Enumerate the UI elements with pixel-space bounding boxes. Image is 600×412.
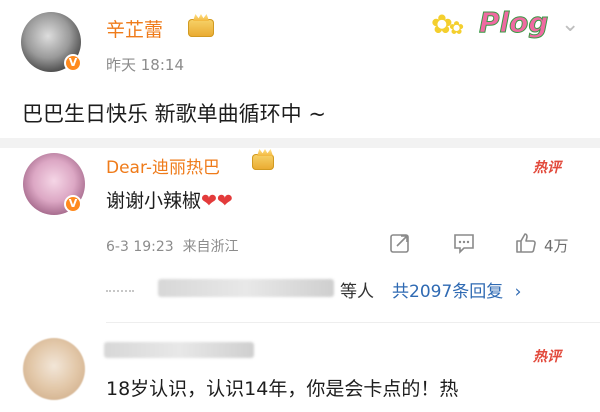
view-replies-link[interactable]: 共2097条回复 › <box>392 277 521 302</box>
comment-icon[interactable] <box>452 232 476 254</box>
comment-divider <box>106 322 600 323</box>
more-options-icon[interactable]: ⌄ <box>561 12 579 37</box>
verified-badge-icon: V <box>64 54 82 72</box>
commenter-name[interactable]: Dear-迪丽热巴 <box>106 153 220 178</box>
member-crown-icon <box>252 154 274 170</box>
comment-text: 18岁认识，认识14年，你是会卡点的！热 <box>106 378 459 400</box>
share-icon[interactable] <box>389 232 411 254</box>
plog-sticker: ✿ ✿ Plog <box>431 4 549 48</box>
sticker-text: Plog <box>478 6 549 40</box>
replies-suffix: 等人 <box>340 282 374 302</box>
flower-icon: ✿ <box>449 18 465 39</box>
chevron-right-icon: › <box>514 282 522 302</box>
section-divider <box>0 138 600 148</box>
comment-text-body: 谢谢小辣椒 <box>106 190 202 212</box>
heart-icons: ❤❤ <box>201 190 233 212</box>
like-count: 4万 <box>544 237 569 255</box>
hot-comment-badge: 热评 <box>533 160 561 176</box>
view-replies-text: 共2097条回复 <box>392 282 504 302</box>
post-time: 昨天 18:14 <box>106 56 184 74</box>
reply-dashes <box>106 290 134 292</box>
member-crown-icon <box>188 19 214 37</box>
post-author-name[interactable]: 辛芷蕾 <box>106 15 163 42</box>
commenter-avatar[interactable] <box>23 338 85 400</box>
post-text: 巴巴生日快乐 新歌单曲循环中 ~ <box>22 102 326 126</box>
commenter-name-blurred <box>104 342 254 358</box>
comment-meta: 6-3 19:23 来自浙江 <box>106 239 239 255</box>
replier-names-blurred <box>158 279 334 297</box>
comment-text: 谢谢小辣椒❤❤ <box>106 186 233 213</box>
verified-badge-icon: V <box>64 195 82 213</box>
like-icon[interactable] <box>514 231 538 255</box>
hot-comment-badge: 热评 <box>533 349 561 365</box>
